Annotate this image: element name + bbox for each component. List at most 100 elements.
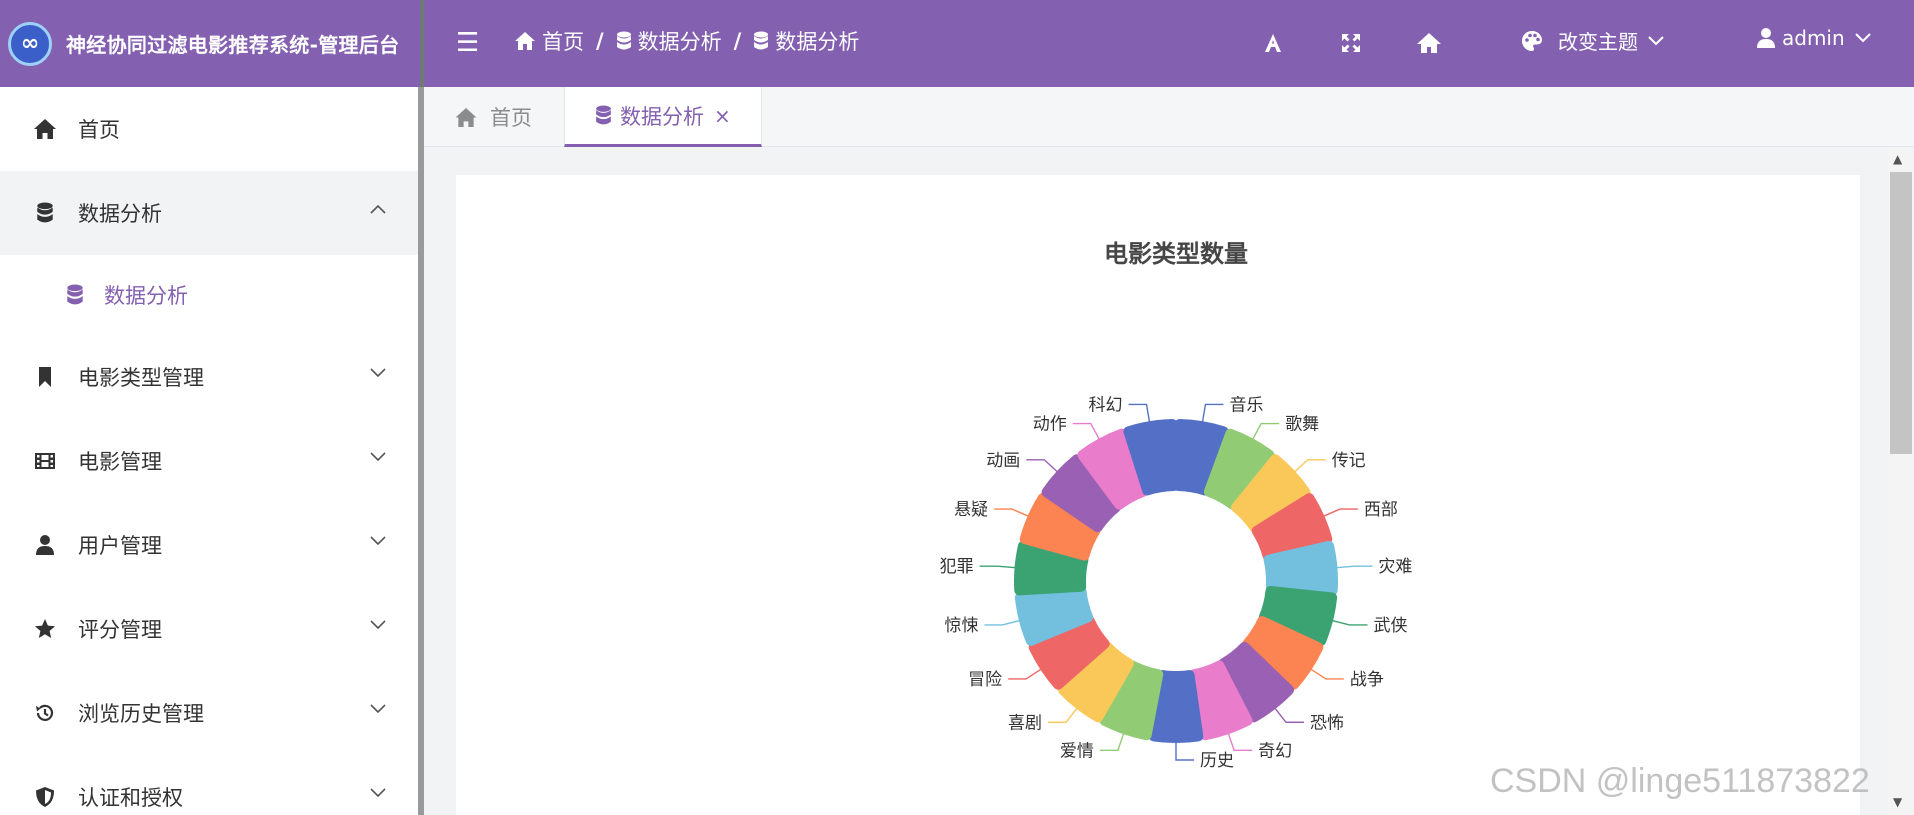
chart-card: 电影类型数量 音乐 歌舞 传记 西部 灾难 武侠 战争 恐怖 奇幻 历史 爱情 喜剧 冒险 惊悚 犯罪 悬疑 动画… (456, 175, 1860, 815)
chart-label-line (1048, 707, 1078, 723)
chart-label-line (1331, 619, 1368, 626)
sidebar-item-label: 浏览历史管理 (78, 702, 204, 726)
database-icon (62, 282, 88, 308)
chevron-down-icon (370, 536, 386, 546)
tab-label: 数据分析 (620, 104, 704, 129)
chevron-down-icon (1854, 33, 1871, 43)
breadcrumb-separator: / (596, 29, 604, 53)
sidebar-item-label: 首页 (78, 118, 120, 142)
database-icon (754, 31, 769, 50)
scroll-up-icon[interactable]: ▲ (1893, 152, 1902, 166)
sidebar-item-users[interactable]: 用户管理 (0, 503, 418, 587)
chart-label-line (1336, 565, 1373, 569)
sidebar-item-history[interactable]: 浏览历史管理 (0, 671, 418, 755)
chart-slice-label: 动作 (1033, 415, 1067, 435)
chart-slice-label: 爱情 (1060, 741, 1094, 761)
sidebar-item-home[interactable]: 首页 (0, 87, 418, 171)
fullscreen-icon[interactable] (1336, 28, 1366, 58)
chart-label-line (1252, 422, 1280, 440)
sidebar-item-label: 电影类型管理 (78, 366, 204, 390)
sidebar-item-label: 认证和授权 (78, 786, 183, 810)
chart-label-line (1201, 403, 1224, 423)
font-size-icon[interactable] (1258, 28, 1288, 58)
chart-title: 电影类型数量 (1104, 240, 1248, 268)
user-menu-button[interactable]: admin (1756, 26, 1871, 50)
tab-data-analysis[interactable]: 数据分析 × (564, 87, 762, 147)
chart-label-line (1310, 668, 1344, 680)
close-icon[interactable]: × (714, 104, 731, 128)
chart-label-line (1175, 742, 1194, 761)
breadcrumb-data-analysis-label: 数据分析 (637, 30, 722, 54)
breadcrumb-separator: / (733, 29, 742, 53)
breadcrumb-current-label: 数据分析 (775, 30, 860, 54)
chart-label-line (1227, 733, 1253, 752)
chart-label-line (1293, 459, 1326, 473)
chart-slice-label: 战争 (1350, 670, 1384, 690)
content-scrollbar-thumb[interactable] (1890, 172, 1912, 454)
chart-label-line (979, 565, 1016, 569)
sidebar-item-label: 用户管理 (78, 534, 162, 558)
change-theme-button[interactable]: 改变主题 (1520, 26, 1664, 55)
main-content: 电影类型数量 音乐 歌舞 传记 西部 灾难 武侠 战争 恐怖 奇幻 历史 爱情 喜剧 冒险 惊悚 犯罪 悬疑 动画… (424, 147, 1904, 815)
scroll-down-icon[interactable]: ▼ (1893, 795, 1902, 809)
sidebar-subitem-data-analysis[interactable]: 数据分析 (0, 255, 418, 335)
database-icon (596, 105, 611, 125)
top-header: ∞ 神经协同过滤电影推荐系统-管理后台 ☰ 首页 / 数据分析 / 数据分析 改… (0, 0, 1914, 87)
watermark: CSDN @linge511873822 (1490, 762, 1870, 800)
chart-label-line (1008, 668, 1042, 680)
chart-slice-label: 冒险 (968, 670, 1002, 690)
chart-label-line (994, 508, 1029, 517)
chart-slice-label: 恐怖 (1310, 713, 1344, 733)
logo-icon: ∞ (8, 21, 52, 66)
chevron-down-icon (370, 452, 386, 462)
home-icon (455, 107, 477, 127)
app-root: ∞ 神经协同过滤电影推荐系统-管理后台 ☰ 首页 / 数据分析 / 数据分析 改… (0, 0, 1914, 815)
breadcrumb-current: 数据分析 (753, 26, 859, 56)
star-icon (32, 616, 58, 642)
chart-slice-label: 动画 (986, 451, 1020, 471)
chart-label-line (1072, 422, 1100, 440)
sidebar-item-data-analysis[interactable]: 数据分析 (0, 171, 418, 255)
chart-slice[interactable] (1263, 540, 1338, 596)
sidebar-item-label: 电影管理 (78, 450, 162, 474)
breadcrumb-home[interactable]: 首页 (514, 26, 584, 56)
chart-slice-label: 传记 (1332, 451, 1366, 471)
app-title: 神经协同过滤电影推荐系统-管理后台 (66, 33, 400, 57)
breadcrumb: 首页 / 数据分析 / 数据分析 (514, 26, 859, 56)
palette-icon (1522, 30, 1542, 51)
change-theme-label: 改变主题 (1558, 30, 1638, 54)
sidebar-item-label: 评分管理 (78, 618, 162, 642)
home-icon[interactable] (1414, 28, 1444, 58)
chevron-down-icon (370, 368, 386, 378)
chart-slice-label: 科幻 (1089, 395, 1123, 415)
sidebar-item-ratings[interactable]: 评分管理 (0, 587, 418, 671)
sidebar-item-movies[interactable]: 电影管理 (0, 419, 418, 503)
chart-slice-label: 灾难 (1378, 557, 1412, 577)
chart-slice-label: 惊悚 (944, 616, 978, 636)
sidebar-item-auth[interactable]: 认证和授权 (0, 755, 418, 815)
user-icon (32, 532, 58, 558)
chevron-down-icon (370, 620, 386, 630)
chart-label-line (1026, 459, 1059, 473)
chevron-down-icon (370, 704, 386, 714)
chart-slice-label: 音乐 (1229, 395, 1263, 415)
chart-label-line (1128, 403, 1151, 423)
brand: ∞ 神经协同过滤电影推荐系统-管理后台 (0, 0, 420, 87)
chart-slice-label: 奇幻 (1258, 741, 1292, 761)
tab-home[interactable]: 首页 (454, 87, 532, 147)
chart-slice-label: 武侠 (1374, 616, 1408, 636)
chart-slice-label: 歌舞 (1285, 415, 1319, 435)
tab-label: 首页 (490, 106, 532, 130)
chevron-down-icon (370, 788, 386, 798)
breadcrumb-data-analysis[interactable]: 数据分析 (616, 26, 722, 56)
chevron-down-icon (1648, 35, 1664, 45)
sidebar-item-movie-type[interactable]: 电影类型管理 (0, 335, 418, 419)
chart-slice-label: 悬疑 (954, 500, 988, 520)
user-name: admin (1782, 26, 1845, 50)
sidebar-subitem-label: 数据分析 (104, 284, 188, 308)
home-icon (515, 32, 535, 50)
chevron-up-icon (370, 204, 386, 214)
menu-toggle-icon[interactable]: ☰ (456, 28, 479, 58)
breadcrumb-home-label: 首页 (542, 30, 584, 54)
database-icon (32, 200, 58, 226)
